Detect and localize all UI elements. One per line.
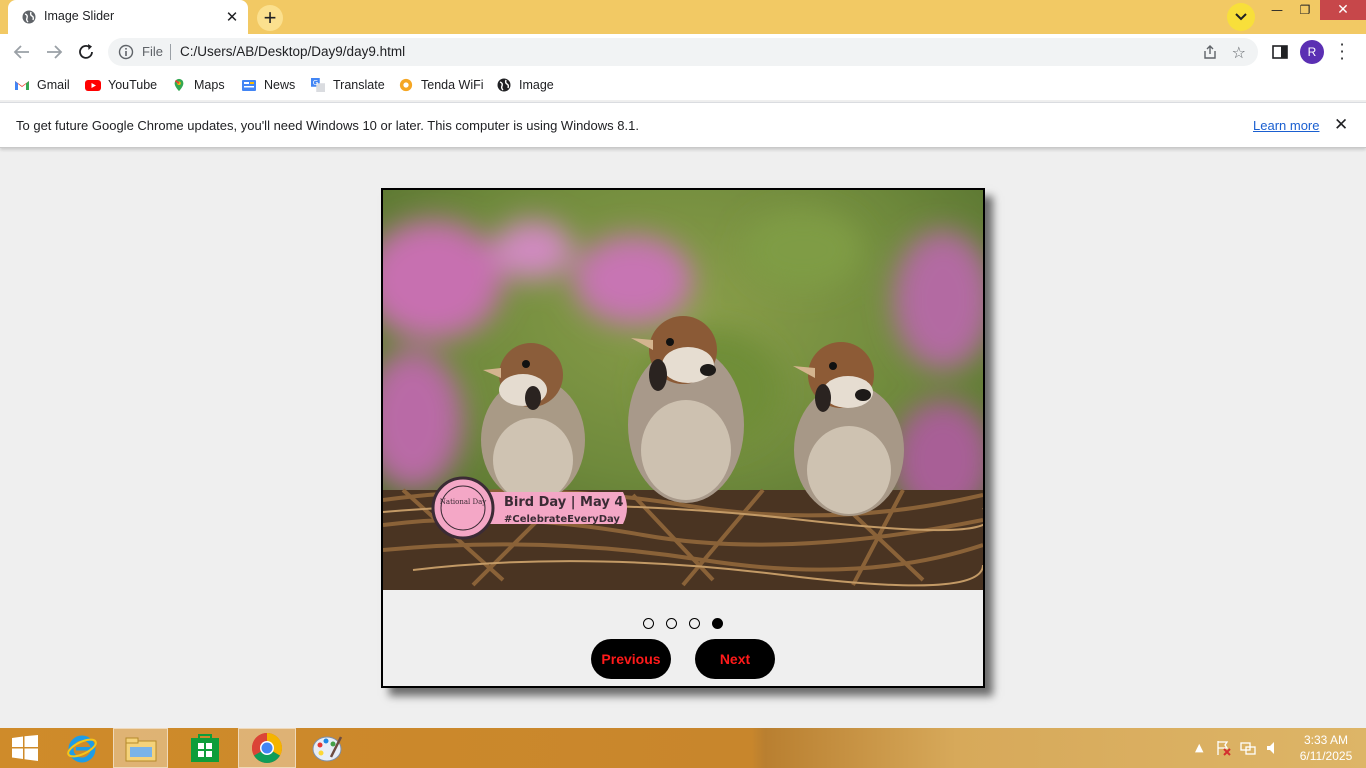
- badge-text: National Day: [440, 498, 486, 506]
- side-panel-icon[interactable]: [1272, 44, 1288, 60]
- tab-image-slider[interactable]: Image Slider ✕: [8, 0, 248, 34]
- slide-dot-3[interactable]: [689, 618, 700, 629]
- reload-icon[interactable]: [76, 42, 96, 62]
- maps-icon: [174, 78, 184, 92]
- slide-image: National Day Bird Day | May 4 #Celebrate…: [383, 190, 983, 590]
- clock-date: 6/11/2025: [1299, 749, 1353, 763]
- infobar-message: To get future Google Chrome updates, you…: [16, 118, 639, 133]
- slide-dot-1[interactable]: [643, 618, 654, 629]
- browser-toolbar: File C:/Users/AB/Desktop/Day9/day9.html …: [0, 34, 1366, 70]
- scheme-label: File: [142, 44, 163, 59]
- internet-explorer-icon: [67, 735, 97, 763]
- bookmark-news[interactable]: News: [241, 76, 297, 94]
- start-button[interactable]: [0, 728, 58, 768]
- news-icon: [242, 80, 256, 91]
- caption-title: Bird Day | May 4: [504, 495, 623, 510]
- previous-button[interactable]: Previous: [591, 639, 671, 679]
- svg-text:G: G: [313, 79, 318, 87]
- windows-logo-icon: [12, 735, 38, 761]
- chevron-down-icon: [1235, 13, 1247, 21]
- taskbar-paint[interactable]: [298, 728, 356, 768]
- bookmarks-bar: Gmail YouTube Maps News G Translate Tend…: [0, 70, 1366, 100]
- paint-icon: [312, 736, 343, 762]
- file-explorer-icon: [125, 737, 157, 762]
- network-icon[interactable]: [1240, 740, 1256, 756]
- windows-taskbar: ▲ 3:33 AM 6/11/2025: [0, 728, 1366, 768]
- slide-dot-4[interactable]: [712, 618, 723, 629]
- tray-expand-icon[interactable]: ▲: [1195, 741, 1203, 754]
- learn-more-link[interactable]: Learn more: [1253, 118, 1319, 133]
- close-tab-icon[interactable]: ✕: [224, 9, 240, 25]
- clock-time: 3:33 AM: [1303, 733, 1349, 747]
- tab-title: Image Slider: [44, 9, 115, 23]
- url-text[interactable]: C:/Users/AB/Desktop/Day9/day9.html: [180, 44, 405, 59]
- title-bar: Image Slider ✕ + — ❐ ✕: [0, 0, 1366, 34]
- bookmark-label: News: [264, 78, 296, 92]
- info-icon[interactable]: [118, 44, 134, 60]
- bookmark-image[interactable]: Image: [496, 76, 556, 94]
- youtube-icon: [85, 80, 101, 91]
- sparrows-photo: National Day Bird Day | May 4 #Celebrate…: [383, 190, 983, 590]
- address-bar[interactable]: File C:/Users/AB/Desktop/Day9/day9.html …: [108, 38, 1258, 66]
- system-clock[interactable]: 3:33 AM 6/11/2025: [1294, 732, 1358, 764]
- bookmark-maps[interactable]: Maps: [171, 76, 227, 94]
- bookmark-label: Gmail: [37, 78, 70, 92]
- caption-hashtag: #CelebrateEveryDay: [504, 514, 620, 525]
- taskbar-file-explorer[interactable]: [113, 728, 168, 768]
- tenda-icon: [399, 78, 413, 92]
- update-infobar: To get future Google Chrome updates, you…: [0, 102, 1366, 148]
- restore-button[interactable]: ❐: [1290, 0, 1320, 20]
- store-icon: [191, 734, 219, 762]
- taskbar-internet-explorer[interactable]: [53, 728, 111, 768]
- chrome-icon: [251, 733, 283, 764]
- volume-icon[interactable]: [1265, 740, 1281, 756]
- bookmark-label: Tenda WiFi: [421, 78, 484, 92]
- bookmark-youtube[interactable]: YouTube: [85, 76, 157, 94]
- bookmark-star-icon[interactable]: ☆: [1232, 43, 1246, 62]
- translate-icon: G: [311, 78, 325, 92]
- next-button[interactable]: Next: [695, 639, 775, 679]
- action-center-flag-icon[interactable]: [1215, 740, 1231, 756]
- globe-icon: [22, 10, 36, 24]
- image-slider: National Day Bird Day | May 4 #Celebrate…: [381, 188, 985, 688]
- omnibox-divider: [170, 44, 171, 60]
- close-window-button[interactable]: ✕: [1320, 0, 1366, 20]
- tab-search-button[interactable]: [1227, 3, 1255, 31]
- bookmark-label: Image: [519, 78, 554, 92]
- back-arrow-icon[interactable]: [12, 42, 32, 62]
- close-infobar-icon[interactable]: ✕: [1334, 115, 1348, 135]
- bookmark-label: Translate: [333, 78, 385, 92]
- globe-icon: [497, 78, 511, 92]
- share-icon[interactable]: [1202, 44, 1218, 60]
- bookmark-translate[interactable]: G Translate: [310, 76, 386, 94]
- forward-arrow-icon[interactable]: [44, 42, 64, 62]
- bookmark-label: Maps: [194, 78, 225, 92]
- bookmark-gmail[interactable]: Gmail: [14, 76, 74, 94]
- slide-dot-2[interactable]: [666, 618, 677, 629]
- bookmark-tenda-wifi[interactable]: Tenda WiFi: [398, 76, 484, 94]
- menu-dots-icon[interactable]: · · ·: [1338, 37, 1346, 67]
- profile-avatar[interactable]: R: [1300, 40, 1324, 64]
- gmail-icon: [15, 81, 29, 90]
- new-tab-button[interactable]: +: [257, 5, 283, 31]
- bookmark-label: YouTube: [108, 78, 158, 92]
- taskbar-store[interactable]: [176, 728, 234, 768]
- minimize-button[interactable]: —: [1262, 0, 1292, 20]
- taskbar-chrome[interactable]: [238, 728, 296, 768]
- slide-indicators: [383, 614, 983, 629]
